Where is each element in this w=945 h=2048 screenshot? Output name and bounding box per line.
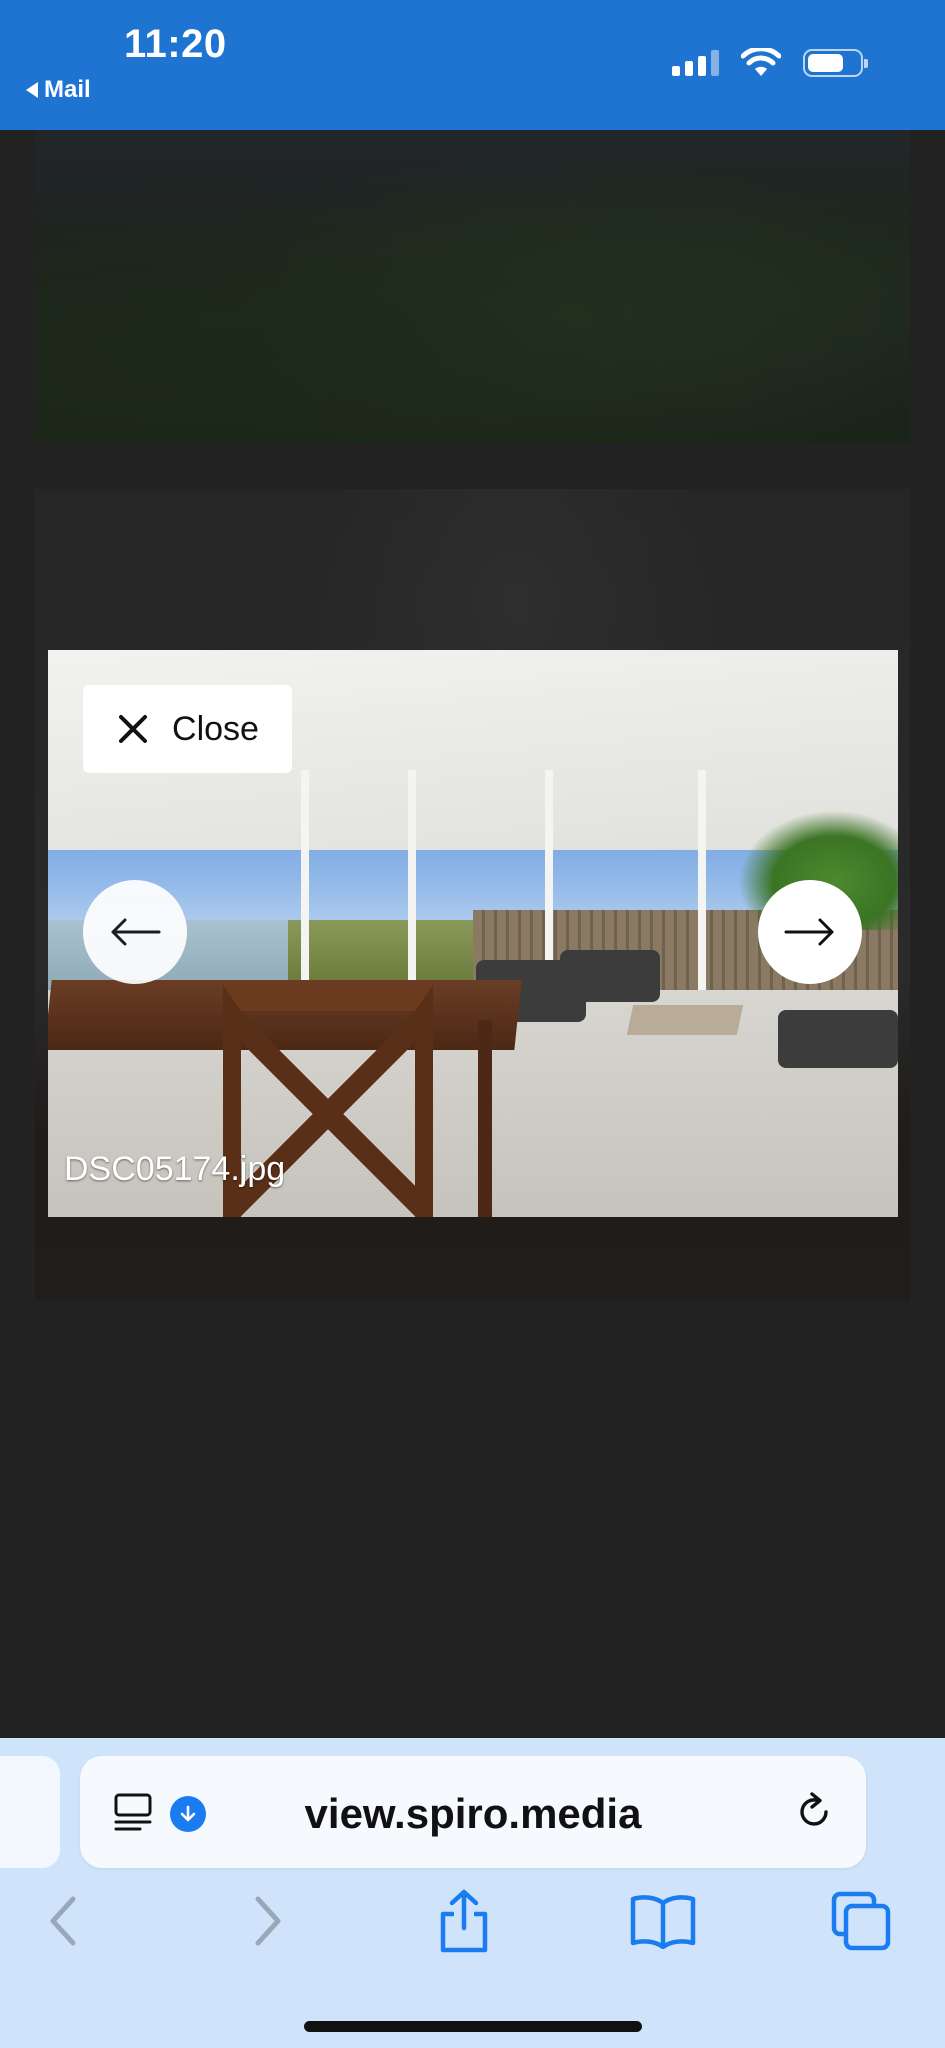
bookmarks-button[interactable] [628,1886,698,1956]
back-triangle-icon [26,82,38,98]
bookmarks-icon [630,1895,696,1949]
reload-icon[interactable] [792,1790,836,1834]
status-time: 11:20 [124,22,227,66]
arrow-right-icon [784,918,834,946]
previous-tab-peek[interactable] [0,1756,60,1868]
gallery-photo-aerial[interactable] [35,130,910,444]
back-app-label: Mail [44,76,91,103]
close-icon [119,715,148,743]
arrow-left-icon [111,918,161,946]
wifi-icon [741,48,781,76]
back-icon [50,1896,76,1946]
battery-icon [803,49,868,77]
close-button[interactable]: Close [83,685,292,773]
tabs-icon [831,1891,891,1951]
close-label: Close [172,709,259,748]
address-bar[interactable]: view.spiro.media [80,1756,866,1868]
home-indicator[interactable] [304,2021,642,2032]
image-filename: DSC05174.jpg [64,1150,286,1188]
back-to-mail-link[interactable]: Mail [26,76,91,104]
share-icon [440,1889,488,1953]
forward-button[interactable] [233,1886,303,1956]
tabs-button[interactable] [826,1886,896,1956]
url-text[interactable]: view.spiro.media [80,1790,866,1838]
forward-icon [255,1896,281,1946]
cellular-signal-icon [672,50,719,76]
previous-image-button[interactable] [83,880,187,984]
next-image-button[interactable] [758,880,862,984]
status-bar: 11:20 Mail [0,0,945,130]
share-button[interactable] [429,1886,499,1956]
status-icons [672,48,868,78]
back-button[interactable] [28,1886,98,1956]
